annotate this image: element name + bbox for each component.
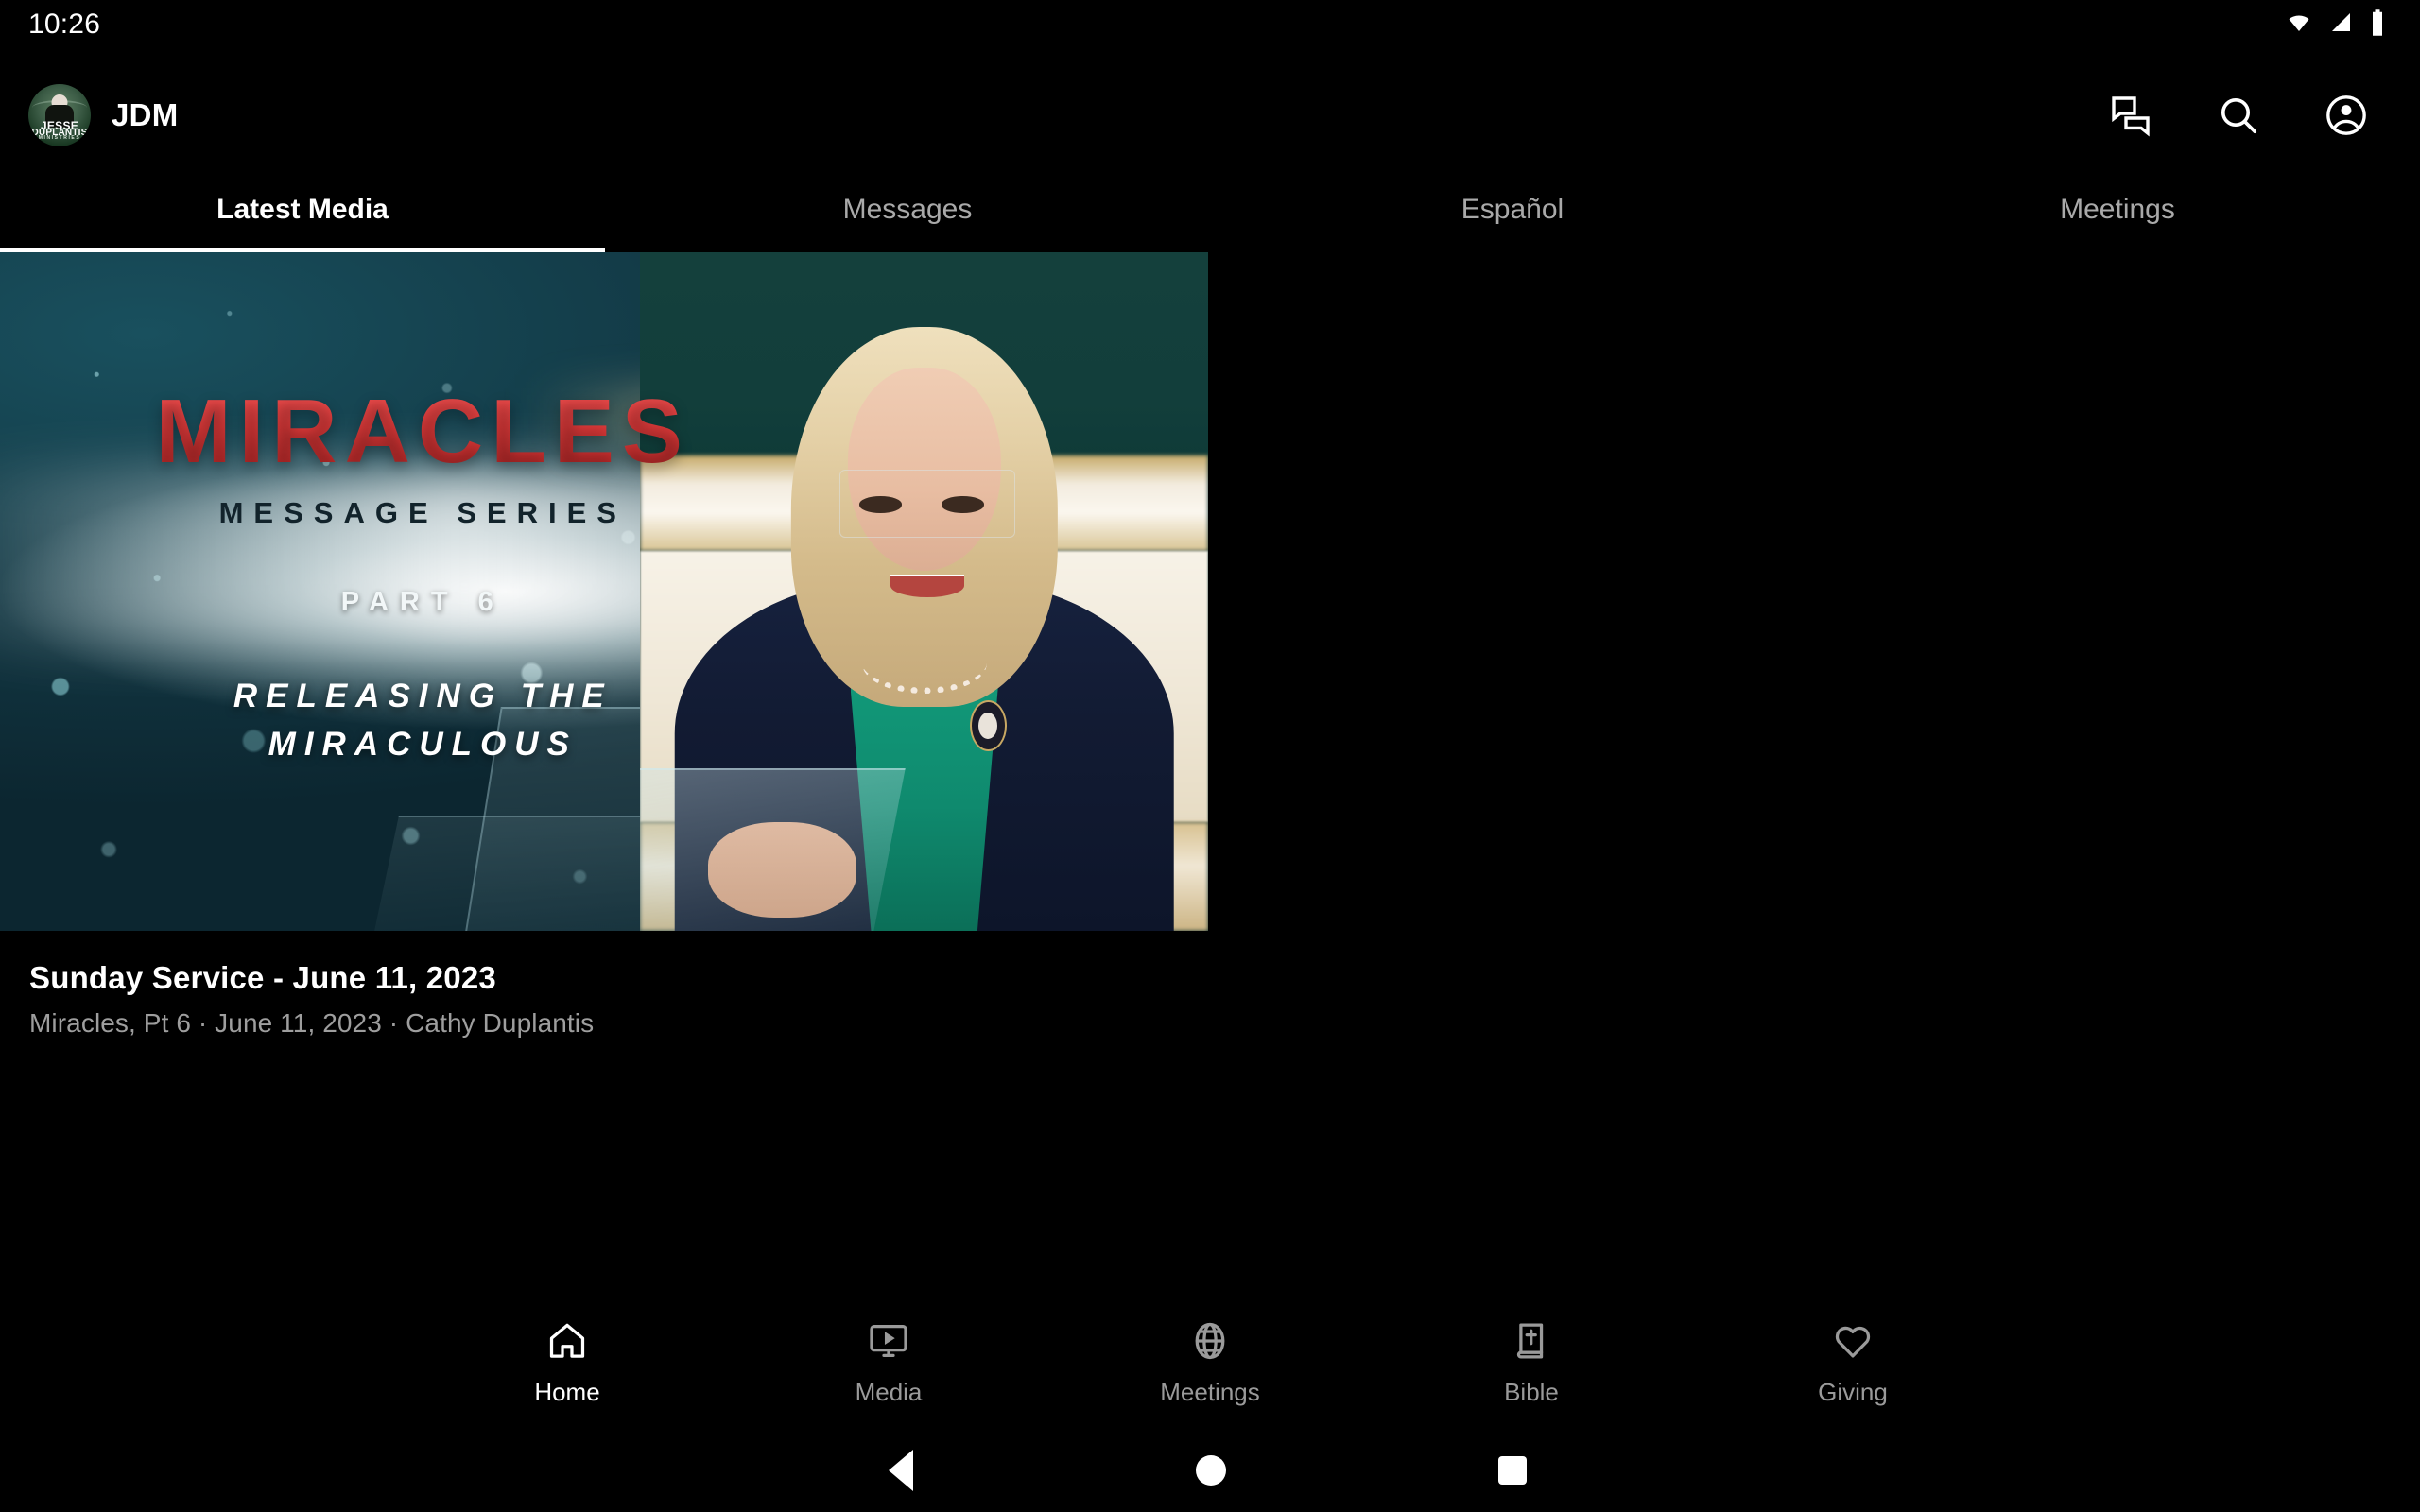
nav-label-home: Home xyxy=(534,1377,600,1406)
nav-item-meetings[interactable]: Meetings xyxy=(1049,1319,1371,1407)
thumbnail-series-subtitle: MESSAGE SERIES xyxy=(218,495,627,529)
status-bar: 10:26 xyxy=(0,0,2420,49)
tab-espanol[interactable]: Español xyxy=(1210,168,1815,251)
thumbnail-text-block: MIRACLES MESSAGE SERIES PART 6 RELEASING… xyxy=(0,252,846,931)
status-clock: 10:26 xyxy=(28,9,101,40)
thumbnail-episode-line1: RELEASING THE xyxy=(233,677,613,714)
account-circle-icon[interactable] xyxy=(2320,89,2373,142)
battery-icon xyxy=(2369,9,2386,42)
tab-meetings[interactable]: Meetings xyxy=(1815,168,2420,251)
avatar[interactable]: JESSE DUPLANTIS MINISTRIES xyxy=(28,84,91,146)
bottom-navigation: Home Media Meetings Bible Giving xyxy=(0,1297,2420,1429)
heart-icon xyxy=(1831,1319,1875,1367)
speaker-pearl-necklace xyxy=(861,632,987,694)
tab-messages[interactable]: Messages xyxy=(605,168,1210,251)
app-bar: JESSE DUPLANTIS MINISTRIES JDM xyxy=(0,49,2420,181)
speaker-eye-right xyxy=(941,496,984,513)
avatar-line3: MINISTRIES xyxy=(38,135,81,142)
tab-latest-media[interactable]: Latest Media xyxy=(0,168,605,251)
nav-item-bible[interactable]: Bible xyxy=(1371,1319,1692,1407)
nav-label-media: Media xyxy=(855,1377,923,1406)
recents-button[interactable] xyxy=(1498,1456,1527,1485)
featured-media-card[interactable]: MIRACLES MESSAGE SERIES PART 6 RELEASING… xyxy=(0,252,1208,1039)
nav-label-bible: Bible xyxy=(1504,1377,1559,1406)
globe-icon xyxy=(1188,1319,1232,1367)
nav-item-giving[interactable]: Giving xyxy=(1692,1319,2014,1407)
search-icon[interactable] xyxy=(2212,89,2265,142)
tab-bar: Latest Media Messages Español Meetings xyxy=(0,168,2420,251)
home-icon xyxy=(545,1319,589,1367)
bible-icon xyxy=(1510,1319,1553,1367)
nav-item-home[interactable]: Home xyxy=(406,1319,728,1407)
thumbnail-part-label: PART 6 xyxy=(340,586,505,617)
speaker-eye-left xyxy=(858,496,902,513)
thumbnail-episode-line2: MIRACULOUS xyxy=(268,725,578,763)
brand[interactable]: JESSE DUPLANTIS MINISTRIES JDM xyxy=(28,84,179,146)
nav-label-meetings: Meetings xyxy=(1160,1377,1260,1406)
status-bar-icons xyxy=(2284,9,2386,42)
featured-thumbnail[interactable]: MIRACLES MESSAGE SERIES PART 6 RELEASING… xyxy=(0,252,1208,931)
speaker-cameo-brooch xyxy=(969,699,1007,751)
thumbnail-episode-title: RELEASING THE MIRACULOUS xyxy=(233,673,613,769)
wifi-icon xyxy=(2284,11,2314,39)
brand-name: JDM xyxy=(112,97,179,132)
thumbnail-series-title: MIRACLES xyxy=(155,380,690,482)
app-screen: 10:26 JESSE DUPLANTIS MINISTRIES JDM Lat… xyxy=(0,0,2420,1512)
media-play-icon xyxy=(867,1319,910,1367)
nav-item-media[interactable]: Media xyxy=(728,1319,1049,1407)
app-bar-actions xyxy=(2104,89,2373,142)
system-navigation-bar xyxy=(0,1429,2420,1512)
back-button[interactable] xyxy=(889,1450,913,1491)
home-button[interactable] xyxy=(1196,1455,1226,1486)
cell-signal-icon xyxy=(2327,11,2356,39)
chat-icon[interactable] xyxy=(2104,89,2157,142)
featured-subtitle: Miracles, Pt 6 · June 11, 2023 · Cathy D… xyxy=(29,1008,595,1038)
featured-title: Sunday Service - June 11, 2023 xyxy=(29,960,496,995)
nav-label-giving: Giving xyxy=(1818,1377,1888,1406)
